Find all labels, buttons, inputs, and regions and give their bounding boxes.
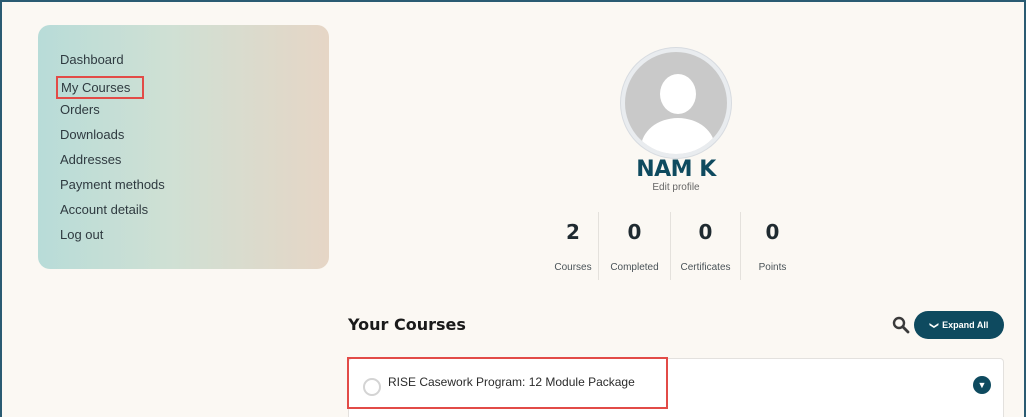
stat-value: 0 [765,220,780,244]
avatar [621,48,731,158]
expand-all-label: Expand All [942,320,989,330]
stat-label: Completed [610,262,659,273]
sidebar-item-label[interactable]: Dashboard [60,52,124,67]
edit-profile-link[interactable]: Edit profile [576,182,776,193]
sidebar-item-label[interactable]: Orders [60,102,100,117]
stat-label: Courses [554,262,592,273]
sidebar-item-log-out[interactable]: Log out [60,226,165,251]
stat-label: Points [758,262,787,273]
stat-courses: 2 Courses [548,212,598,280]
stat-value: 0 [627,220,642,244]
course-expand-chevron-icon[interactable]: ▼ [973,376,991,394]
user-silhouette-body [641,118,715,154]
account-nav: Dashboard My Courses Orders Downloads Ad… [56,51,165,251]
stat-value: 0 [698,220,713,244]
search-icon[interactable] [892,316,910,334]
stat-completed: 0 Completed [598,212,670,280]
account-sidebar: Dashboard My Courses Orders Downloads Ad… [38,25,329,269]
sidebar-item-payment-methods[interactable]: Payment methods [60,176,165,201]
sidebar-item-my-courses[interactable]: My Courses [56,76,165,101]
sidebar-item-label[interactable]: Log out [60,227,103,242]
stat-label: Certificates [680,262,731,273]
stat-certificates: 0 Certificates [670,212,740,280]
sidebar-item-dashboard[interactable]: Dashboard [60,51,165,76]
your-courses-heading: Your Courses [348,315,466,334]
sidebar-item-downloads[interactable]: Downloads [60,126,165,151]
sidebar-item-label[interactable]: My Courses [56,76,145,99]
sidebar-item-label[interactable]: Addresses [60,152,121,167]
chevron-down-icon: ❯ [928,321,939,329]
page-frame: Dashboard My Courses Orders Downloads Ad… [0,0,1026,417]
user-silhouette-icon [660,74,696,114]
profile-stats: 2 Courses 0 Completed 0 Certificates 0 P… [548,212,804,280]
expand-all-button[interactable]: ❯ Expand All [914,311,1004,339]
sidebar-item-addresses[interactable]: Addresses [60,151,165,176]
profile-name: NAM K [636,157,716,182]
stat-value: 2 [566,220,580,244]
sidebar-item-orders[interactable]: Orders [60,101,165,126]
stat-points: 0 Points [740,212,804,280]
sidebar-item-label[interactable]: Downloads [60,127,124,142]
sidebar-item-label[interactable]: Payment methods [60,177,165,192]
sidebar-item-label[interactable]: Account details [60,202,148,217]
sidebar-item-account-details[interactable]: Account details [60,201,165,226]
course-highlight-box [347,357,668,409]
